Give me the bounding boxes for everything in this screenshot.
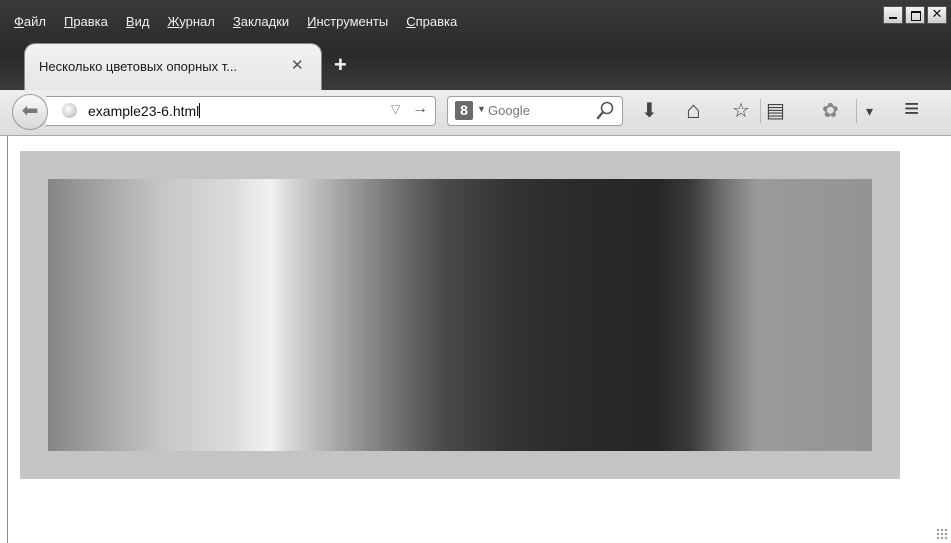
overflow-chevron-icon[interactable]: ▾: [866, 97, 873, 125]
home-icon[interactable]: ⌂: [686, 97, 701, 125]
go-arrow-icon[interactable]: →: [412, 100, 428, 118]
menu-history[interactable]: Журнал: [167, 14, 214, 34]
text-caret: [199, 103, 201, 118]
menu-view[interactable]: Вид: [126, 14, 150, 34]
bookmarks-menu-icon[interactable]: ▤: [766, 97, 785, 125]
url-input[interactable]: example23-6.html: [88, 103, 201, 119]
menu-file[interactable]: Файл: [14, 14, 46, 34]
download-icon[interactable]: ⬇: [641, 97, 658, 125]
toolbar-separator: [856, 99, 857, 123]
gradient-strip: [48, 179, 872, 451]
globe-icon: [62, 103, 77, 118]
toolbar-separator: [760, 99, 761, 123]
window-controls: ✕: [883, 6, 947, 24]
close-icon: ✕: [931, 6, 943, 21]
menu-tools[interactable]: Инструменты: [307, 14, 388, 34]
minimize-button[interactable]: [883, 6, 903, 24]
search-input[interactable]: Google: [488, 103, 530, 118]
navigation-toolbar: example23-6.html ▽ → ⬅ 8 ▼ Google ⬇ ⌂ ☆ …: [0, 90, 951, 136]
resize-grip-icon[interactable]: [936, 528, 948, 540]
close-window-button[interactable]: ✕: [927, 6, 947, 24]
maximize-icon: [911, 11, 921, 21]
back-arrow-icon: ⬅: [21, 100, 39, 122]
new-tab-button[interactable]: +: [334, 52, 347, 78]
maximize-button[interactable]: [905, 6, 925, 24]
window-left-edge: [7, 136, 8, 543]
back-button[interactable]: ⬅: [12, 94, 48, 130]
addon-icon[interactable]: ✿: [822, 97, 839, 125]
minimize-icon: [889, 17, 897, 19]
menu-help[interactable]: Справка: [406, 14, 457, 34]
browser-window: Файл Правка Вид Журнал Закладки Инструме…: [0, 0, 951, 543]
hamburger-menu-icon[interactable]: ≡: [904, 94, 919, 122]
demo-container: [20, 151, 900, 479]
page-content: [0, 136, 951, 543]
tab-active[interactable]: Несколько цветовых опорных т... ✕: [25, 44, 321, 90]
menu-edit[interactable]: Правка: [64, 14, 108, 34]
tab-title: Несколько цветовых опорных т...: [39, 59, 238, 74]
menu-bar: Файл Правка Вид Журнал Закладки Инструме…: [14, 14, 475, 34]
tab-close-icon[interactable]: ✕: [291, 56, 304, 74]
menu-bookmarks[interactable]: Закладки: [233, 14, 289, 34]
search-bar[interactable]: 8 ▼ Google: [447, 96, 623, 126]
magnifier-icon[interactable]: [596, 101, 614, 121]
title-bar: Файл Правка Вид Журнал Закладки Инструме…: [0, 0, 951, 90]
history-dropdown-icon[interactable]: ▽: [391, 102, 400, 116]
bookmark-star-icon[interactable]: ☆: [732, 97, 750, 125]
url-bar[interactable]: example23-6.html ▽ →: [46, 96, 436, 126]
google-icon[interactable]: 8: [455, 101, 473, 120]
search-engine-caret-icon[interactable]: ▼: [477, 104, 486, 114]
